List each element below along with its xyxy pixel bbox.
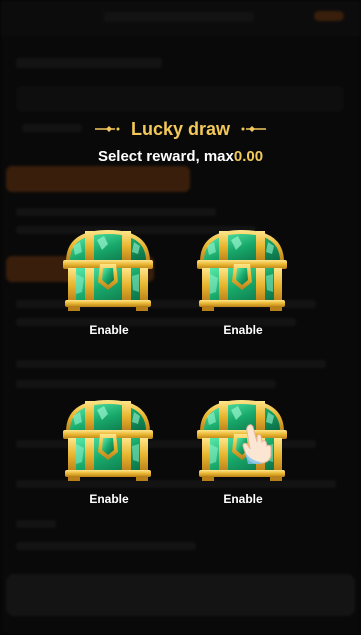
modal-title: Lucky draw	[130, 118, 231, 139]
subtitle-prefix: Select reward, max	[97, 148, 234, 165]
treasure-chest-icon	[194, 222, 290, 312]
chest-2-label: Enable	[223, 323, 263, 337]
treasure-chest-1[interactable]	[60, 222, 156, 312]
max-amount: 0.00	[233, 148, 264, 165]
modal-title-row: Lucky draw	[0, 116, 361, 142]
treasure-chest-3[interactable]	[60, 392, 156, 482]
sparkle-arrow-icon	[94, 126, 120, 132]
chest-3-label: Enable	[89, 492, 129, 506]
treasure-chest-icon	[60, 392, 156, 482]
chest-4-label: Enable	[223, 492, 263, 506]
chest-1-label: Enable	[89, 323, 129, 337]
sparkle-arrow-icon	[241, 126, 267, 132]
modal-overlay[interactable]	[0, 0, 361, 635]
modal-subtitle: Select reward, max0.00	[0, 148, 361, 165]
treasure-chest-icon	[60, 222, 156, 312]
pointing-hand-icon	[242, 424, 272, 464]
treasure-chest-2[interactable]	[194, 222, 290, 312]
